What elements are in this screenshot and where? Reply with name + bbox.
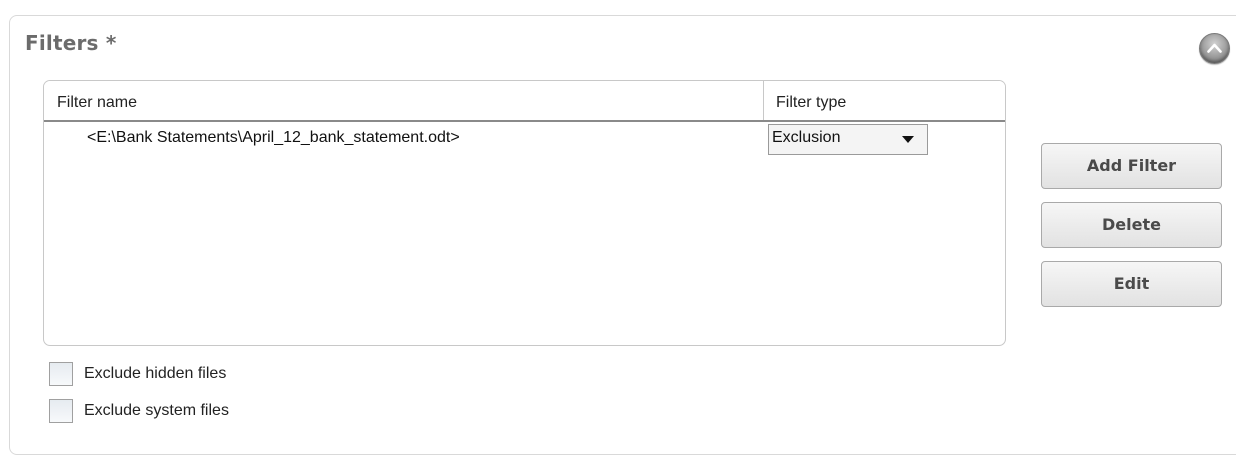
- delete-button[interactable]: Delete: [1041, 202, 1222, 248]
- exclude-hidden-files-label[interactable]: Exclude hidden files: [84, 365, 226, 383]
- filter-type-select[interactable]: Exclusion: [768, 124, 928, 155]
- table-row[interactable]: <E:\Bank Statements\April_12_bank_statem…: [44, 123, 1005, 157]
- chevron-up-icon: [1207, 43, 1222, 53]
- exclude-system-files-label[interactable]: Exclude system files: [84, 402, 229, 420]
- dropdown-arrow-icon: [902, 136, 914, 143]
- filter-name-cell: <E:\Bank Statements\April_12_bank_statem…: [87, 129, 460, 146]
- column-header-filter-name[interactable]: Filter name: [57, 94, 137, 112]
- edit-button[interactable]: Edit: [1041, 261, 1222, 307]
- panel-title: Filters *: [25, 31, 117, 55]
- filter-type-value: Exclusion: [772, 129, 841, 146]
- exclude-system-files-checkbox[interactable]: [49, 399, 73, 423]
- column-header-filter-type[interactable]: Filter type: [776, 94, 846, 112]
- exclude-hidden-files-checkbox[interactable]: [49, 362, 73, 386]
- collapse-button[interactable]: [1199, 33, 1230, 64]
- column-divider[interactable]: [763, 81, 764, 120]
- table-header: Filter name Filter type: [44, 81, 1005, 122]
- filters-table: Filter name Filter type <E:\Bank Stateme…: [43, 80, 1006, 346]
- add-filter-button[interactable]: Add Filter: [1041, 143, 1222, 189]
